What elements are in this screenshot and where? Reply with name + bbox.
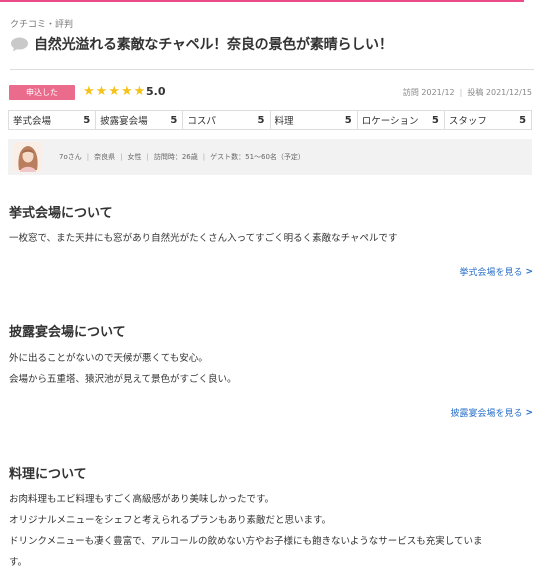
score-table: 挙式会場 5 披露宴会場 5 コスパ 5 料理 5 ロケーション 5 スタッフ 5 [8, 110, 532, 130]
reception-line: 外に出ることがないので天候が悪くても安心。 [9, 353, 208, 364]
reviewer-visit-age: 訪問時：26歳 [153, 153, 198, 161]
score-cell: 挙式会場 5 [9, 111, 97, 129]
score-label: 披露宴会場 [100, 116, 148, 127]
reception-venue-link-label: 披露宴会場を見る [450, 409, 523, 419]
score-cell: ロケーション 5 [358, 111, 445, 129]
ceremony-venue-link[interactable]: 挙式会場を見る > [459, 265, 533, 279]
reviewer-prefecture: 奈良県 [94, 153, 116, 161]
score-value: 5 [519, 114, 527, 126]
star-icon: ★ [120, 84, 133, 99]
score-label: 挙式会場 [13, 116, 52, 127]
separator: | [146, 153, 149, 161]
separator: | [202, 153, 206, 161]
food-line: お肉料理もエビ料理もすごく高級感があり美味しかったです。 [9, 494, 275, 505]
score-value: 5 [344, 114, 352, 126]
reviewer-info: 7oさん | 奈良県 | 女性 | 訪問時：26歳 | ゲスト数：51～60名（予定） [59, 152, 305, 162]
speech-bubble-icon [10, 37, 29, 52]
separator: | [120, 153, 123, 161]
date-separator: | [459, 88, 463, 97]
applied-badge: 申込した [9, 85, 75, 100]
score-value: 5 [257, 114, 265, 126]
score-label: 料理 [274, 116, 294, 127]
score-label: コスパ [187, 116, 216, 127]
divider [10, 69, 534, 70]
ceremony-text: 一枚窓で、また天井にも窓があり自然光がたくさん入ってすごく明るく素敵なチャペルで… [9, 228, 398, 249]
avatar [14, 142, 42, 172]
score-cell: コスパ 5 [183, 111, 271, 129]
score-value: 5 [431, 114, 439, 126]
star-icon: ★ [133, 84, 146, 99]
top-accent-rule [0, 0, 524, 2]
food-line: す。 [9, 557, 28, 568]
chevron-right-icon: > [525, 407, 533, 418]
review-title: 自然光溢れる素敵なチャペル！奈良の景色が素晴らしい！ [10, 34, 393, 54]
reception-heading: 披露宴会場について [9, 325, 126, 340]
score-cell: 披露宴会場 5 [96, 111, 184, 129]
review-dates: 訪問 2021/12 | 投稿 2021/12/15 [403, 87, 532, 98]
food-heading: 料理について [9, 467, 87, 482]
review-title-text: 自然光溢れる素敵なチャペル！奈良の景色が素晴らしい！ [34, 37, 393, 53]
reviewer-gender: 女性 [127, 153, 142, 161]
reception-venue-link[interactable]: 披露宴会場を見る > [450, 406, 533, 420]
ceremony-line: 一枚窓で、また天井にも窓があり自然光がたくさん入ってすごく明るく素敵なチャペルで… [9, 233, 398, 244]
score-cell: 料理 5 [271, 111, 358, 129]
section-label: クチコミ・評判 [10, 20, 74, 30]
food-line: ドリンクメニューも凄く豊富で、アルコールの飲めない方やお子様にも飽きないようなサ… [9, 536, 483, 547]
post-date: 投稿 2021/12/15 [467, 88, 532, 97]
reviewer-name: 7oさん [59, 153, 82, 161]
reviewer-bar: 7oさん | 奈良県 | 女性 | 訪問時：26歳 | ゲスト数：51～60名（予定） [8, 139, 532, 175]
food-text: お肉料理もエビ料理もすごく高級感があり美味しかったです。 オリジナルメニューをシ… [9, 489, 482, 573]
ceremony-venue-link-label: 挙式会場を見る [459, 268, 523, 278]
score-value: 5 [170, 114, 178, 126]
chevron-right-icon: > [525, 266, 533, 277]
reception-text: 外に出ることがないので天候が悪くても安心。 会場から五重塔、猿沢池が見えて景色が… [9, 348, 237, 390]
ceremony-heading: 挙式会場について [9, 206, 113, 221]
score-label: ロケーション [361, 116, 419, 127]
star-icon: ★ [83, 84, 95, 99]
separator: | [86, 153, 90, 161]
star-icon: ★ [108, 84, 120, 99]
score-label: スタッフ [448, 116, 487, 127]
rating-stars: ★ ★ ★ ★ ★ [83, 84, 145, 99]
star-icon: ★ [95, 84, 108, 99]
score-value: 5 [83, 114, 91, 126]
reception-line: 会場から五重塔、猿沢池が見えて景色がすごく良い。 [9, 374, 237, 385]
score-cell: スタッフ 5 [445, 111, 531, 129]
reviewer-guests: ゲスト数：51～60名（予定） [210, 153, 305, 161]
rating-value: 5.0 [146, 85, 166, 98]
visit-date: 訪問 2021/12 [402, 88, 455, 97]
food-line: オリジナルメニューをシェフと考えられるプランもあり素敵だと思います。 [9, 515, 332, 526]
